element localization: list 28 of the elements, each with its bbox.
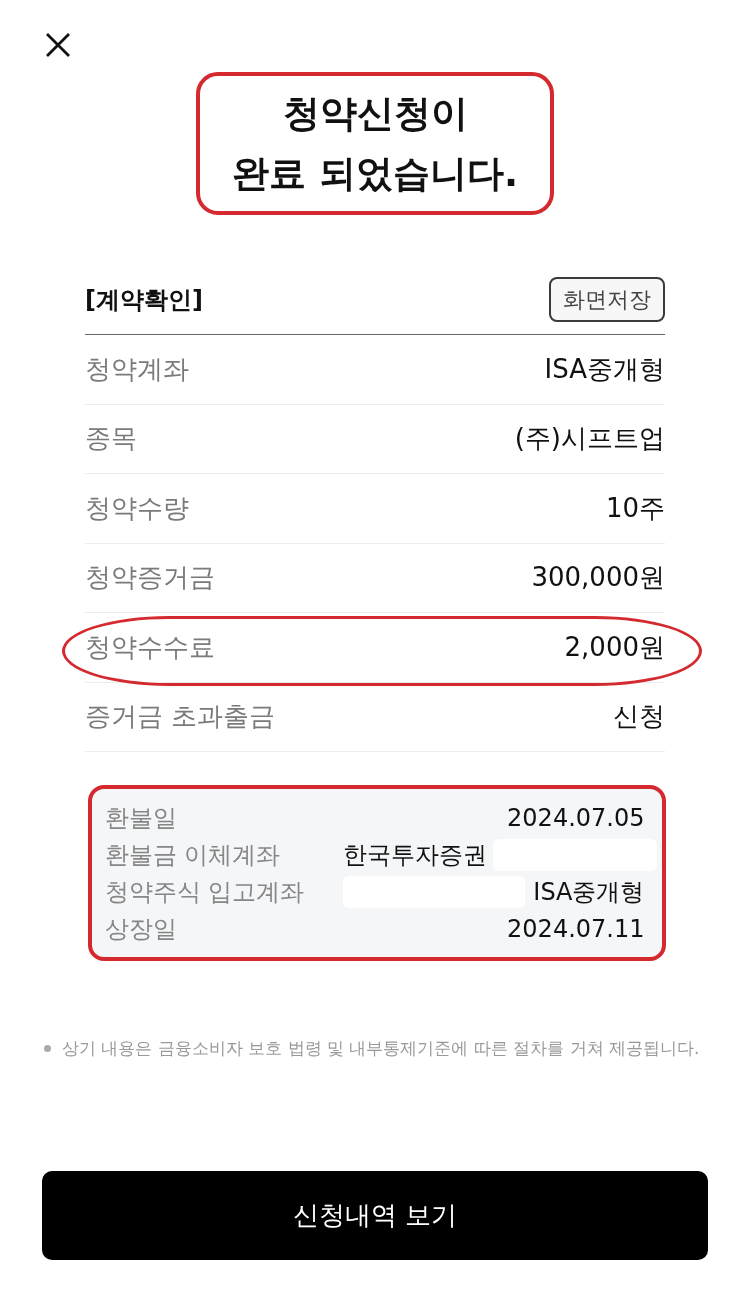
info-value: 2024.07.11 xyxy=(507,914,645,943)
row-value: ISA중개형 xyxy=(544,352,665,386)
info-label: 청약주식 입고계좌 xyxy=(104,876,306,908)
row-value: (주)시프트업 xyxy=(514,422,665,456)
close-icon xyxy=(46,33,70,57)
row-label: 청약증거금 xyxy=(85,561,215,595)
info-label: 상장일 xyxy=(104,913,178,945)
row-label: 청약계좌 xyxy=(85,352,189,386)
bullet-icon xyxy=(44,1044,51,1052)
info-value: 2024.07.05 xyxy=(507,803,645,832)
row-value: 신청 xyxy=(613,700,665,734)
row-label: 증거금 초과출금 xyxy=(85,700,276,734)
row-value: 2,000원 xyxy=(564,630,665,664)
row-label: 청약수수료 xyxy=(85,630,215,664)
section-title: [계약확인] xyxy=(85,284,203,316)
view-history-button[interactable]: 신청내역 보기 xyxy=(42,1171,708,1260)
notice-text: 상기 내용은 금융소비자 보호 법령 및 내부통제기준에 따른 절차를 거쳐 제공됩니다. xyxy=(62,1037,700,1059)
close-button[interactable] xyxy=(44,31,72,59)
completion-heading: 청약신청이 완료 되었습니다. xyxy=(232,90,518,197)
row-label: 종목 xyxy=(85,422,137,456)
row-value: 10주 xyxy=(605,491,665,525)
row-label: 청약수량 xyxy=(85,491,189,525)
info-label: 환불금 이체계좌 xyxy=(104,839,282,871)
info-value: 한국투자증권 xyxy=(342,839,487,871)
info-value: ISA중개형 xyxy=(533,876,645,908)
row-value: 300,000원 xyxy=(531,561,665,595)
save-screen-button[interactable]: 화면저장 xyxy=(549,277,665,322)
info-label: 환불일 xyxy=(104,802,178,834)
